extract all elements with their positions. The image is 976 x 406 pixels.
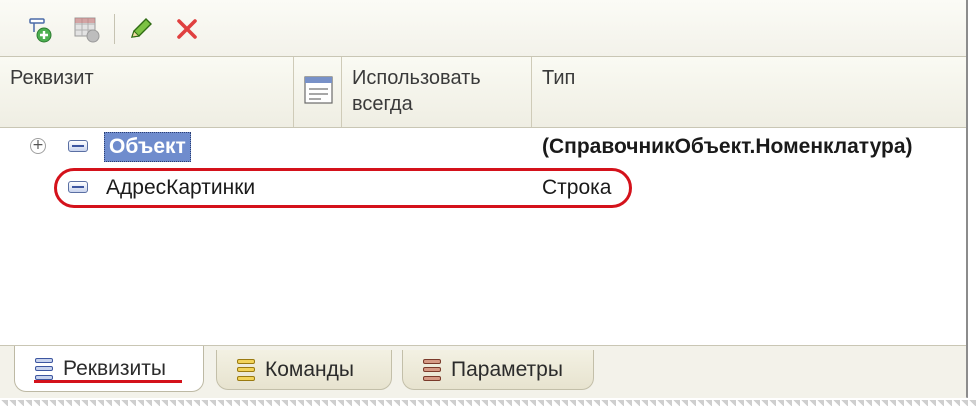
tab-strip: Реквизиты Команды Параметры — [0, 345, 966, 398]
column-header-type[interactable]: Тип — [532, 57, 966, 127]
red-highlight-ellipse — [54, 168, 632, 208]
tab-commands[interactable]: Команды — [216, 350, 392, 390]
parameters-tab-icon — [423, 358, 441, 381]
column-header-use-always-icon[interactable] — [294, 57, 342, 127]
attribute-icon — [68, 140, 88, 152]
torn-edge — [0, 400, 976, 406]
pencil-icon — [130, 18, 152, 38]
add-table-icon — [74, 17, 100, 43]
toolbar — [0, 0, 966, 57]
tab-attributes[interactable]: Реквизиты — [14, 346, 204, 392]
add-attribute-button[interactable] — [24, 12, 58, 46]
attributes-tab-icon — [35, 357, 53, 380]
commands-tab-icon — [237, 358, 255, 381]
column-header-use-always[interactable]: Использовать всегда — [342, 57, 532, 127]
red-underline-mark — [34, 380, 182, 383]
toolbar-separator — [114, 14, 115, 44]
add-row-icon — [29, 18, 52, 43]
tab-label: Команды — [265, 357, 354, 381]
table-row[interactable]: + Объект (СправочникОбъект.Номенклатура) — [0, 129, 966, 165]
expand-plus-icon[interactable]: + — [30, 138, 46, 154]
table-header: Реквизит Использовать всегда Тип — [0, 57, 966, 128]
tab-label: Параметры — [451, 357, 563, 381]
column-header-attribute[interactable]: Реквизит — [0, 57, 294, 127]
delete-x-icon — [177, 19, 197, 39]
tab-label: Реквизиты — [63, 356, 166, 380]
edit-button[interactable] — [124, 12, 158, 46]
tab-parameters[interactable]: Параметры — [402, 350, 594, 390]
form-attributes-panel: Реквизит Использовать всегда Тип + Объек… — [0, 0, 968, 398]
delete-button[interactable] — [170, 12, 204, 46]
form-icon — [304, 76, 333, 104]
attribute-name-selected[interactable]: Объект — [104, 132, 191, 162]
attribute-type: (СправочникОбъект.Номенклатура) — [542, 135, 913, 158]
add-table-button[interactable] — [70, 12, 104, 46]
